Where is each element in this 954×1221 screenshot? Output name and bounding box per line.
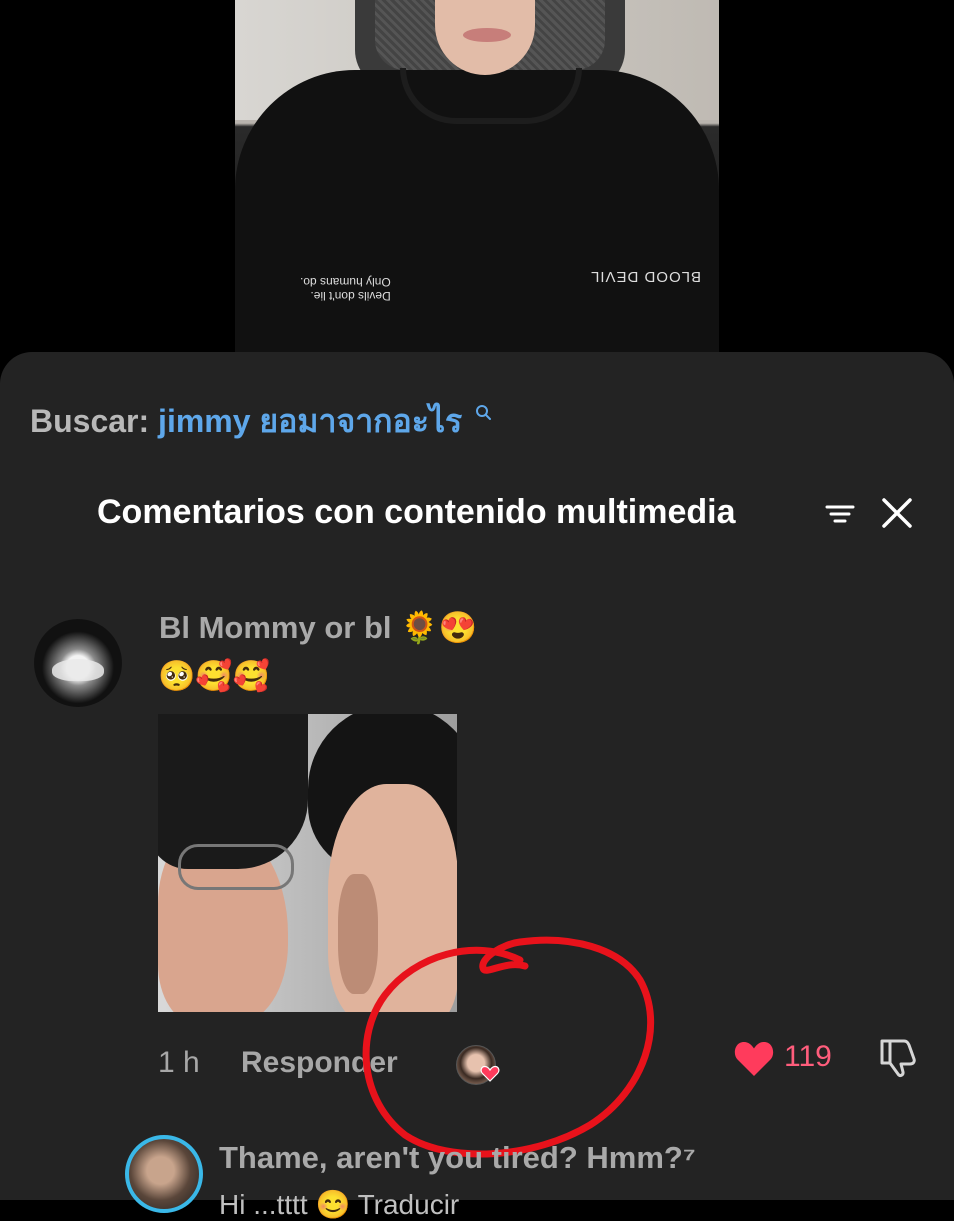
next-comment-username[interactable]: Thame, aren't you tired? Hmm?⁷	[219, 1140, 696, 1176]
video-lips	[463, 28, 511, 42]
page-title: Comentarios con contenido multimedia	[97, 493, 736, 531]
search-term-link[interactable]: jimmy ยอมาจากอะไร	[158, 403, 462, 439]
shirt-print-left: Devils don't lie. Only humans do.	[300, 275, 391, 303]
avatar[interactable]	[34, 619, 122, 707]
close-icon[interactable]	[881, 497, 913, 529]
video-frame[interactable]: Devils don't lie. Only humans do. BLOOD …	[235, 0, 719, 352]
search-suggestion[interactable]: Buscar: jimmy ยอมาจากอะไร	[30, 396, 492, 447]
comment-text: 🥺🥰🥰	[158, 660, 271, 693]
photo-shadow	[338, 874, 378, 994]
creator-heart-icon	[480, 1065, 500, 1082]
next-comment-partial-text: Hi ...tttt 😊 Traducir	[219, 1189, 460, 1220]
filter-icon[interactable]	[825, 501, 855, 527]
reply-button[interactable]: Responder	[241, 1046, 398, 1080]
search-prefix: Buscar:	[30, 403, 150, 439]
search-icon	[476, 405, 492, 420]
video-collar	[400, 68, 582, 124]
next-comment-avatar[interactable]	[125, 1135, 203, 1213]
photo-glasses	[178, 844, 294, 890]
comment-timestamp: 1 h	[158, 1046, 200, 1079]
comment-username[interactable]: Bl Mommy or bl 🌻😍	[159, 609, 477, 646]
dislike-icon[interactable]	[876, 1035, 920, 1079]
comment-attached-photo[interactable]	[158, 714, 457, 1012]
heart-icon[interactable]	[733, 1038, 775, 1078]
shirt-print-right: BLOOD DEVIL	[590, 268, 702, 285]
like-count: 119	[784, 1040, 832, 1073]
comments-header: Comentarios con contenido multimedia	[97, 487, 912, 537]
